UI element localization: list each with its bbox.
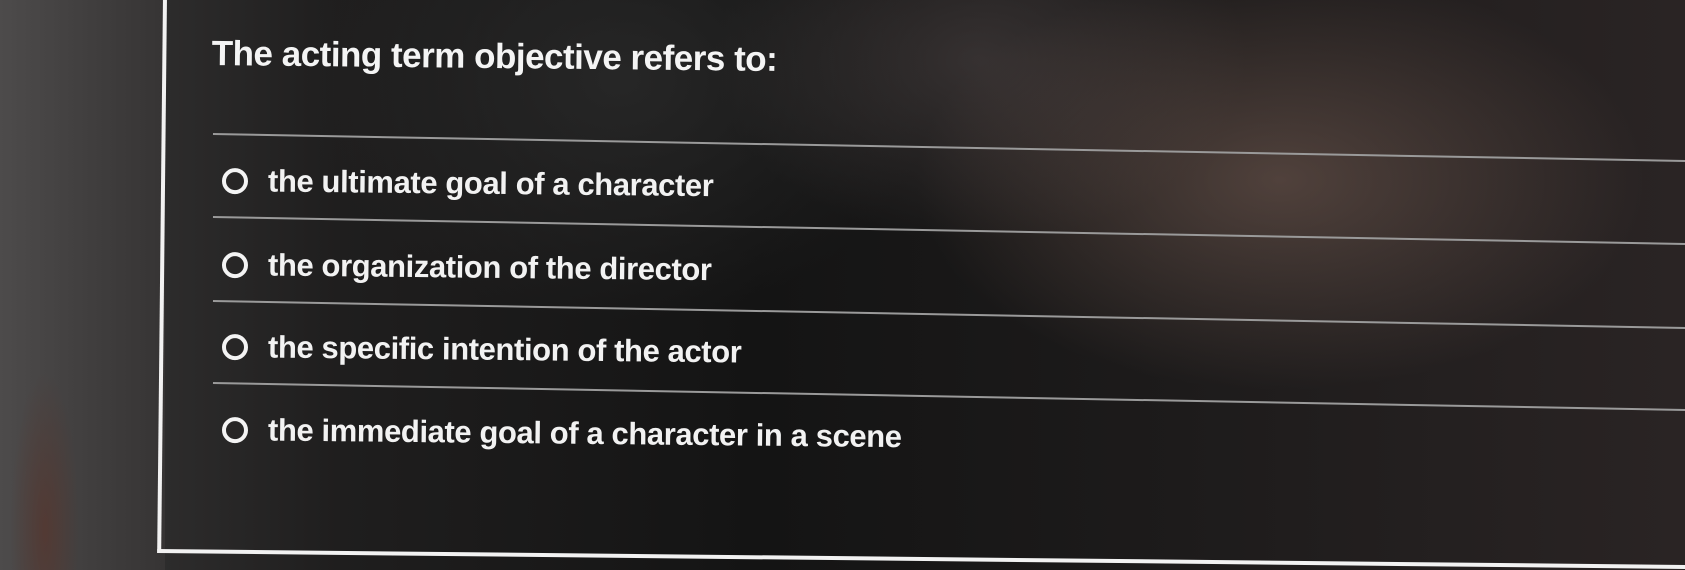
answer-option-2[interactable]: the organization of the director [221, 247, 712, 288]
radio-unselected-icon[interactable] [221, 252, 249, 279]
answer-option-1[interactable]: the ultimate goal of a character [221, 163, 714, 204]
radio-unselected-icon[interactable] [221, 334, 249, 361]
answer-option-label: the ultimate goal of a character [267, 163, 714, 204]
radio-unselected-icon[interactable] [221, 417, 249, 444]
radio-unselected-icon[interactable] [221, 168, 249, 195]
quiz-screen: The acting term objective refers to: the… [0, 0, 1685, 570]
answer-option-label: the immediate goal of a character in a s… [267, 412, 902, 455]
answer-option-3[interactable]: the specific intention of the actor [221, 329, 742, 370]
question-text: The acting term objective refers to: [211, 34, 778, 79]
screen-bezel [0, 0, 165, 570]
answer-option-label: the organization of the director [267, 247, 712, 288]
answer-option-4[interactable]: the immediate goal of a character in a s… [221, 412, 902, 455]
answer-option-label: the specific intention of the actor [267, 329, 742, 370]
